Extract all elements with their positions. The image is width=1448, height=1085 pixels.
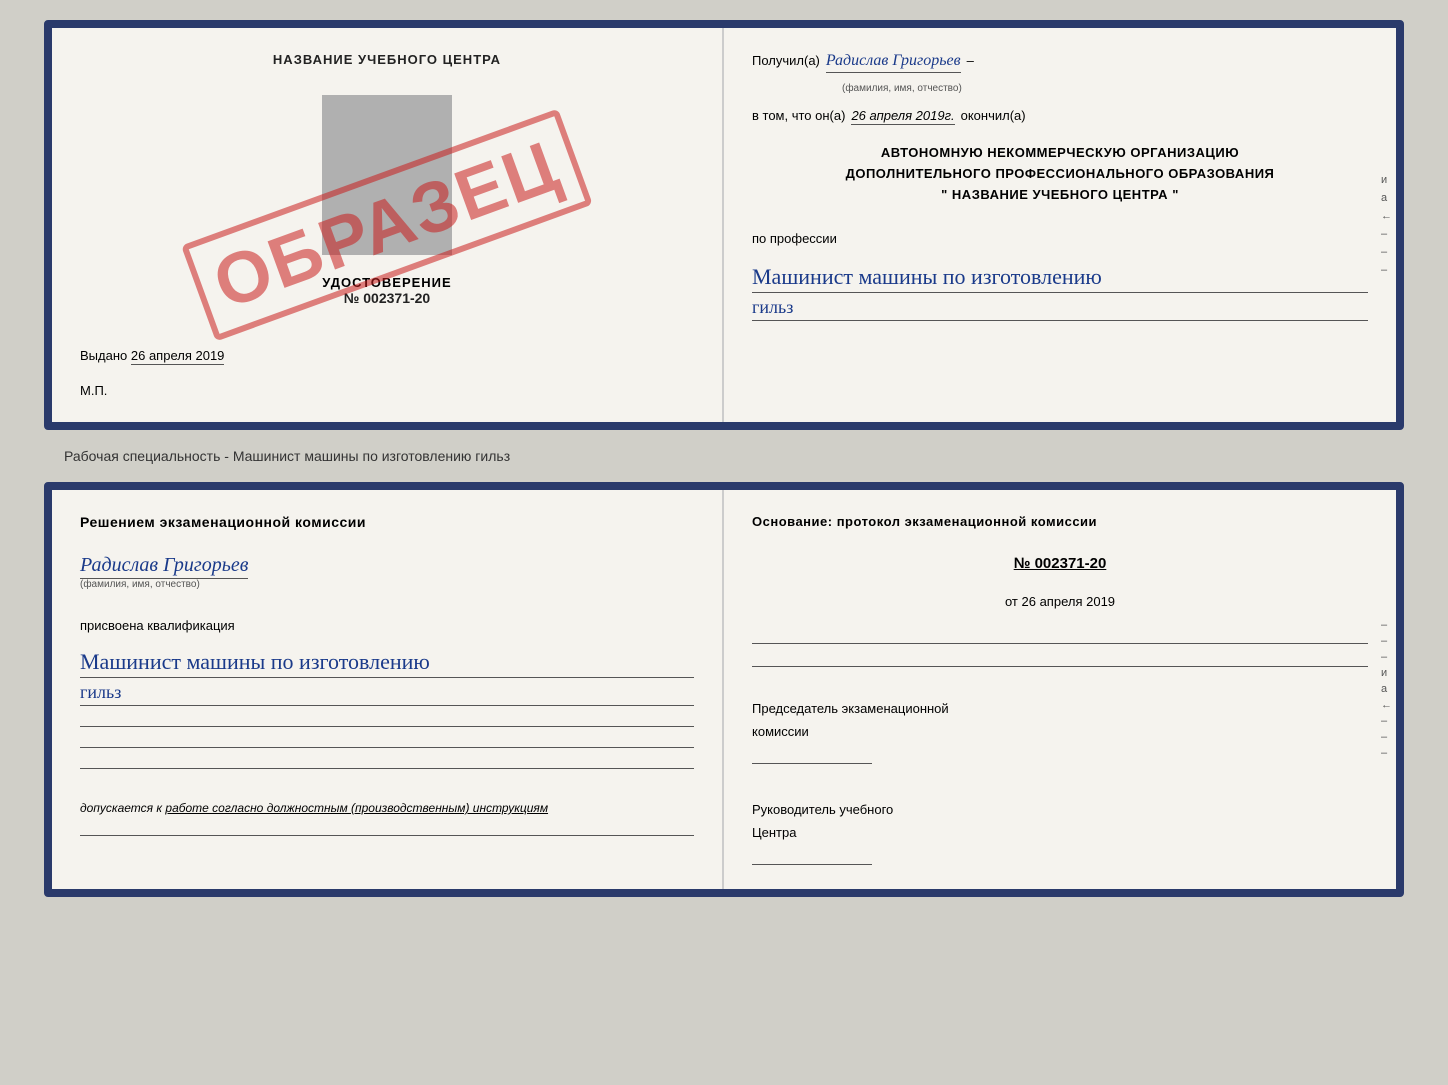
rukovoditel-sig-line [752, 849, 1368, 865]
qual-line1: Машинист машины по изготовлению [80, 649, 694, 678]
side-mark-3: ← [1381, 210, 1392, 222]
rsm-8: – [1381, 731, 1392, 743]
side-marks-bottom: – – – и а ← – – – [1381, 490, 1392, 889]
udostoverenie-label: УДОСТОВЕРЕНИЕ [80, 275, 694, 290]
recipient-name: Радислав Григорьев [826, 52, 961, 73]
profession-line1: Машинист машины по изготовлению [752, 264, 1368, 293]
vydano-line: Выдано 26 апреля 2019 [80, 348, 694, 363]
mp-line: М.П. [80, 383, 694, 398]
ot-date-val: 26 апреля 2019 [1022, 594, 1116, 609]
org-line2: ДОПОЛНИТЕЛЬНОГО ПРОФЕССИОНАЛЬНОГО ОБРАЗО… [752, 164, 1368, 185]
vtom-prefix: в том, что он(а) [752, 108, 845, 123]
side-mark-2: а [1381, 192, 1392, 204]
side-mark-5: – [1381, 246, 1392, 258]
org-quote1: " [941, 187, 948, 202]
dash1: – [967, 53, 974, 68]
dopuskaetsya-text: работе согласно должностным (производств… [165, 801, 548, 815]
blank-line-1 [80, 726, 694, 727]
profession-block: Машинист машины по изготовлению гильз [752, 260, 1368, 321]
blank-line-2 [80, 747, 694, 748]
prisvoena: присвоена квалификация [80, 618, 694, 633]
rsm-1: – [1381, 619, 1392, 631]
name-block: Радислав Григорьев (фамилия, имя, отчест… [80, 554, 694, 590]
doc-number: № 002371-20 [80, 290, 694, 306]
org-block: АВТОНОМНУЮ НЕКОММЕРЧЕСКУЮ ОРГАНИЗАЦИЮ ДО… [752, 143, 1368, 205]
chairman-title2: комиссии [752, 720, 1368, 743]
vydano-date: 26 апреля 2019 [131, 348, 225, 365]
resheniem-title: Решением экзаменационной комиссии [80, 514, 694, 530]
poluchil-line: Получил(а) Радислав Григорьев – [752, 52, 1368, 73]
blank-line-r1 [752, 643, 1368, 644]
blank-line-4 [80, 835, 694, 836]
qualification-block: Машинист машины по изготовлению гильз [80, 645, 694, 706]
qual-line2: гильз [80, 682, 694, 706]
profession-line2: гильз [752, 297, 1368, 321]
dopuskaetsya: допускается к работе согласно должностны… [80, 801, 694, 815]
okonchil: окончил(а) [961, 108, 1026, 123]
vtom-date: 26 апреля 2019г. [851, 108, 954, 125]
top-document: НАЗВАНИЕ УЧЕБНОГО ЦЕНТРА УДОСТОВЕРЕНИЕ №… [44, 20, 1404, 430]
rsm-9: – [1381, 747, 1392, 759]
org-name: НАЗВАНИЕ УЧЕБНОГО ЦЕНТРА [952, 187, 1168, 202]
fio-label-bottom: (фамилия, имя, отчество) [80, 579, 694, 590]
ot-prefix: от [1005, 594, 1018, 609]
rukovoditel-title: Руководитель учебного [752, 798, 1368, 821]
org-line1: АВТОНОМНУЮ НЕКОММЕРЧЕСКУЮ ОРГАНИЗАЦИЮ [752, 143, 1368, 164]
blank-line-3 [80, 768, 694, 769]
side-mark-1: и [1381, 174, 1392, 186]
rsm-7: – [1381, 715, 1392, 727]
rukovoditel-title2: Центра [752, 821, 1368, 844]
side-marks-top: и а ← – – – [1381, 174, 1392, 276]
ot-date: от 26 апреля 2019 [752, 594, 1368, 609]
udostoverenie-block: УДОСТОВЕРЕНИЕ № 002371-20 [80, 275, 694, 306]
chairman-block: Председатель экзаменационной комиссии [752, 697, 1368, 764]
protocol-number: № 002371-20 [752, 555, 1368, 572]
bottom-name: Радислав Григорьев [80, 554, 248, 579]
side-mark-4: – [1381, 228, 1392, 240]
dopuskaetsya-prefix: допускается к [80, 801, 162, 815]
separator-text: Рабочая специальность - Машинист машины … [64, 448, 510, 464]
rsm-6: ← [1381, 699, 1392, 711]
poluchil-prefix: Получил(а) [752, 53, 820, 68]
blank-line-r2 [752, 666, 1368, 667]
side-mark-6: – [1381, 264, 1392, 276]
chairman-sig-line [752, 748, 1368, 764]
chairman-sig-underline [752, 748, 872, 764]
rukovoditel-block: Руководитель учебного Центра [752, 798, 1368, 865]
bottom-doc-right: Основание: протокол экзаменационной коми… [724, 490, 1396, 889]
vydano-prefix: Выдано [80, 348, 127, 363]
rsm-3: – [1381, 651, 1392, 663]
org-quote2: " [1172, 187, 1179, 202]
photo-placeholder [322, 95, 452, 255]
rsm-4: и [1381, 667, 1392, 679]
rsm-2: – [1381, 635, 1392, 647]
org-name-line: " НАЗВАНИЕ УЧЕБНОГО ЦЕНТРА " [752, 185, 1368, 206]
vtom-line: в том, что он(а) 26 апреля 2019г. окончи… [752, 108, 1368, 125]
rukovoditel-sig-underline [752, 849, 872, 865]
osnovanie-title: Основание: протокол экзаменационной коми… [752, 514, 1368, 529]
top-left-title: НАЗВАНИЕ УЧЕБНОГО ЦЕНТРА [80, 52, 694, 67]
chairman-title: Председатель экзаменационной [752, 697, 1368, 720]
bottom-document: Решением экзаменационной комиссии Радисл… [44, 482, 1404, 897]
bottom-doc-left: Решением экзаменационной комиссии Радисл… [52, 490, 724, 889]
top-doc-left: НАЗВАНИЕ УЧЕБНОГО ЦЕНТРА УДОСТОВЕРЕНИЕ №… [52, 28, 724, 422]
po-professii: по профессии [752, 231, 1368, 246]
fio-label-top: (фамилия, имя, отчество) [842, 83, 1368, 94]
rsm-5: а [1381, 683, 1392, 695]
top-doc-right: Получил(а) Радислав Григорьев – (фамилия… [724, 28, 1396, 422]
